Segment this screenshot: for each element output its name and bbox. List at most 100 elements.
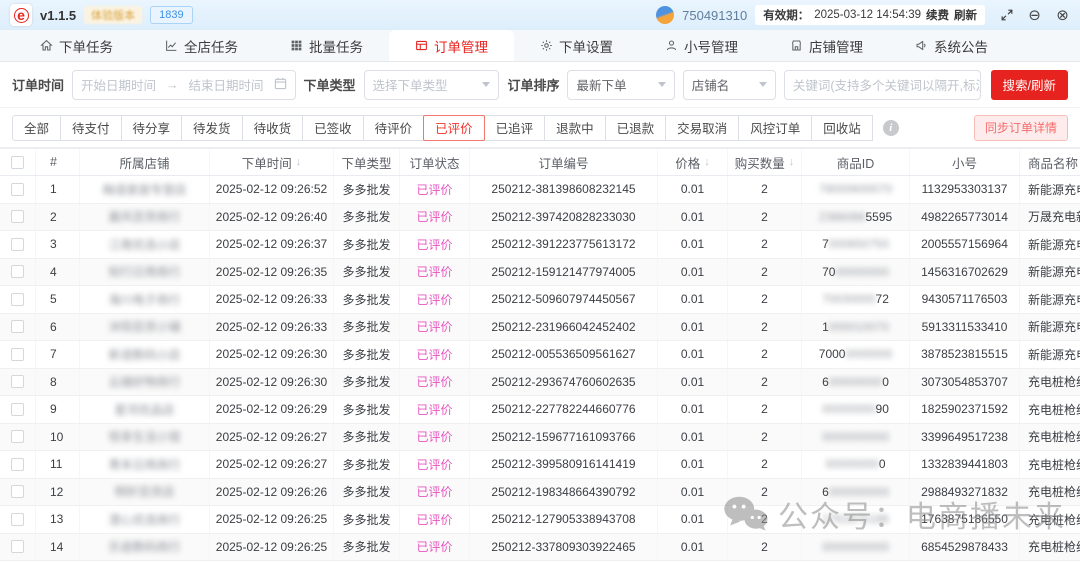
status-tab-0[interactable]: 全部 xyxy=(12,115,61,141)
sort-icon[interactable]: ↓ xyxy=(789,156,795,168)
row-checkbox[interactable] xyxy=(11,210,24,223)
status-tab-4[interactable]: 待收货 xyxy=(242,115,304,141)
start-date-placeholder: 开始日期时间 xyxy=(81,75,156,94)
row-checkbox[interactable] xyxy=(11,513,24,526)
status-tab-9[interactable]: 退款中 xyxy=(544,115,606,141)
row-checkbox[interactable] xyxy=(11,540,24,553)
nav-item-3[interactable]: 订单管理 xyxy=(389,30,514,61)
row-checkbox[interactable] xyxy=(11,403,24,416)
product-name: 充电桩枪线 xyxy=(1020,424,1080,451)
nav-item-label: 订单管理 xyxy=(434,36,488,56)
status-tab-2[interactable]: 待分享 xyxy=(121,115,183,141)
product-id: 7000000000 xyxy=(802,259,910,286)
header-qty[interactable]: 购买数量↓ xyxy=(728,149,802,175)
nav-item-label: 批量任务 xyxy=(309,36,363,56)
status-tab-10[interactable]: 已退款 xyxy=(605,115,667,141)
nav-item-1[interactable]: 全店任务 xyxy=(139,30,264,61)
row-checkbox[interactable] xyxy=(11,348,24,361)
row-checkbox[interactable] xyxy=(11,485,24,498)
validity-pill: 有效期： 2025-03-12 14:54:39 续费 刷新 xyxy=(755,5,985,25)
status-tab-3[interactable]: 待发货 xyxy=(181,115,243,141)
main-nav: 下单任务全店任务 批量任务 订单管理 下单设置 小号管理店铺管理系统公告 xyxy=(0,30,1080,62)
nav-item-7[interactable]: 系统公告 xyxy=(889,30,1014,61)
order-status: 已评价 xyxy=(400,424,470,451)
shop-name: 青禾日用商行 xyxy=(80,451,210,478)
sub-account-id: 3399649517238 xyxy=(910,424,1020,451)
nav-item-6[interactable]: 店铺管理 xyxy=(764,30,889,61)
order-type: 多多批发 xyxy=(334,231,400,258)
row-checkbox-cell xyxy=(0,369,36,396)
sub-account-id: 1132953303137 xyxy=(910,176,1020,203)
product-name: 充电桩枪线 xyxy=(1020,534,1080,561)
shop-select-value: 店铺名 xyxy=(692,75,730,94)
shop-name-select[interactable]: 店铺名 xyxy=(683,70,776,100)
order-number: 250212-005536509561627 xyxy=(470,341,658,368)
order-status: 已评价 xyxy=(400,176,470,203)
fullscreen-icon[interactable] xyxy=(999,8,1014,23)
row-index: 13 xyxy=(36,506,80,533)
sort-desc-icon[interactable]: ↓ xyxy=(296,156,302,168)
sync-order-details-button[interactable]: 同步订单详情 xyxy=(974,115,1068,141)
refresh-link[interactable]: 刷新 xyxy=(954,7,977,23)
nav-item-2[interactable]: 批量任务 xyxy=(264,30,389,61)
order-time: 2025-02-12 09:26:33 xyxy=(210,286,334,313)
price: 0.01 xyxy=(658,506,728,533)
row-index: 4 xyxy=(36,259,80,286)
sub-account-id: 2005557156964 xyxy=(910,231,1020,258)
header-price[interactable]: 价格↓ xyxy=(658,149,728,175)
order-number: 250212-127905338943708 xyxy=(470,506,658,533)
search-refresh-button[interactable]: 搜索/刷新 xyxy=(991,70,1068,100)
order-sort-select[interactable]: 最新下单 xyxy=(567,70,674,100)
order-number: 250212-198348664390792 xyxy=(470,479,658,506)
nav-item-label: 下单设置 xyxy=(559,36,613,56)
order-type-select[interactable]: 选择下单类型 xyxy=(364,70,500,100)
order-type-placeholder: 选择下单类型 xyxy=(373,75,448,94)
status-tab-7[interactable]: 已评价 xyxy=(423,115,485,141)
nav-item-4[interactable]: 下单设置 xyxy=(514,30,639,61)
product-name: 万晟充电新 xyxy=(1020,204,1080,231)
sub-account-id: 2988493271832 xyxy=(910,479,1020,506)
row-checkbox[interactable] xyxy=(11,430,24,443)
row-checkbox[interactable] xyxy=(11,265,24,278)
info-icon[interactable]: i xyxy=(883,120,899,136)
status-tab-5[interactable]: 已签收 xyxy=(302,115,364,141)
order-time: 2025-02-12 09:26:25 xyxy=(210,506,334,533)
chevron-down-icon xyxy=(658,82,666,87)
nav-item-5[interactable]: 小号管理 xyxy=(639,30,764,61)
order-status: 已评价 xyxy=(400,369,470,396)
status-tab-8[interactable]: 已追评 xyxy=(484,115,546,141)
shop-name: 明轩百货店 xyxy=(80,479,210,506)
order-sort-value: 最新下单 xyxy=(576,75,626,94)
status-tab-12[interactable]: 风控订单 xyxy=(738,115,812,141)
order-status: 已评价 xyxy=(400,479,470,506)
megaphone-icon xyxy=(915,39,928,52)
title-bar: e v1.1.5 体验版本 1839 750491310 有效期： 2025-0… xyxy=(0,0,1080,30)
sort-icon[interactable]: ↓ xyxy=(704,156,710,168)
row-checkbox[interactable] xyxy=(11,238,24,251)
row-checkbox[interactable] xyxy=(11,458,24,471)
table-row: 4知行日用商行2025-02-12 09:26:35多多批发已评价250212-… xyxy=(0,259,1080,287)
minimize-icon[interactable]: ⊖ xyxy=(1027,8,1042,23)
row-checkbox[interactable] xyxy=(11,375,24,388)
shop-name: 海川电子商行 xyxy=(80,286,210,313)
renew-link[interactable]: 续费 xyxy=(926,7,949,23)
keyword-input[interactable]: 关键词(支持多个关键词以隔开,标注模糊的不 xyxy=(784,70,981,100)
header-time[interactable]: 下单时间↓ xyxy=(210,149,334,175)
quantity: 2 xyxy=(728,231,802,258)
status-tab-6[interactable]: 待评价 xyxy=(363,115,425,141)
header-product-name: 商品名称 xyxy=(1020,149,1080,175)
date-range-picker[interactable]: 开始日期时间 → 结束日期时间 xyxy=(72,70,295,100)
row-checkbox[interactable] xyxy=(11,320,24,333)
select-all-checkbox[interactable] xyxy=(11,156,24,169)
status-tab-13[interactable]: 回收站 xyxy=(811,115,873,141)
row-checkbox[interactable] xyxy=(11,183,24,196)
order-type: 多多批发 xyxy=(334,369,400,396)
status-tab-1[interactable]: 待支付 xyxy=(60,115,122,141)
close-icon[interactable]: ⊗ xyxy=(1055,8,1070,23)
order-number: 250212-231966042452402 xyxy=(470,314,658,341)
nav-item-0[interactable]: 下单任务 xyxy=(14,30,139,61)
row-checkbox[interactable] xyxy=(11,293,24,306)
status-tab-11[interactable]: 交易取消 xyxy=(665,115,739,141)
order-type: 多多批发 xyxy=(334,479,400,506)
row-checkbox-cell xyxy=(0,286,36,313)
